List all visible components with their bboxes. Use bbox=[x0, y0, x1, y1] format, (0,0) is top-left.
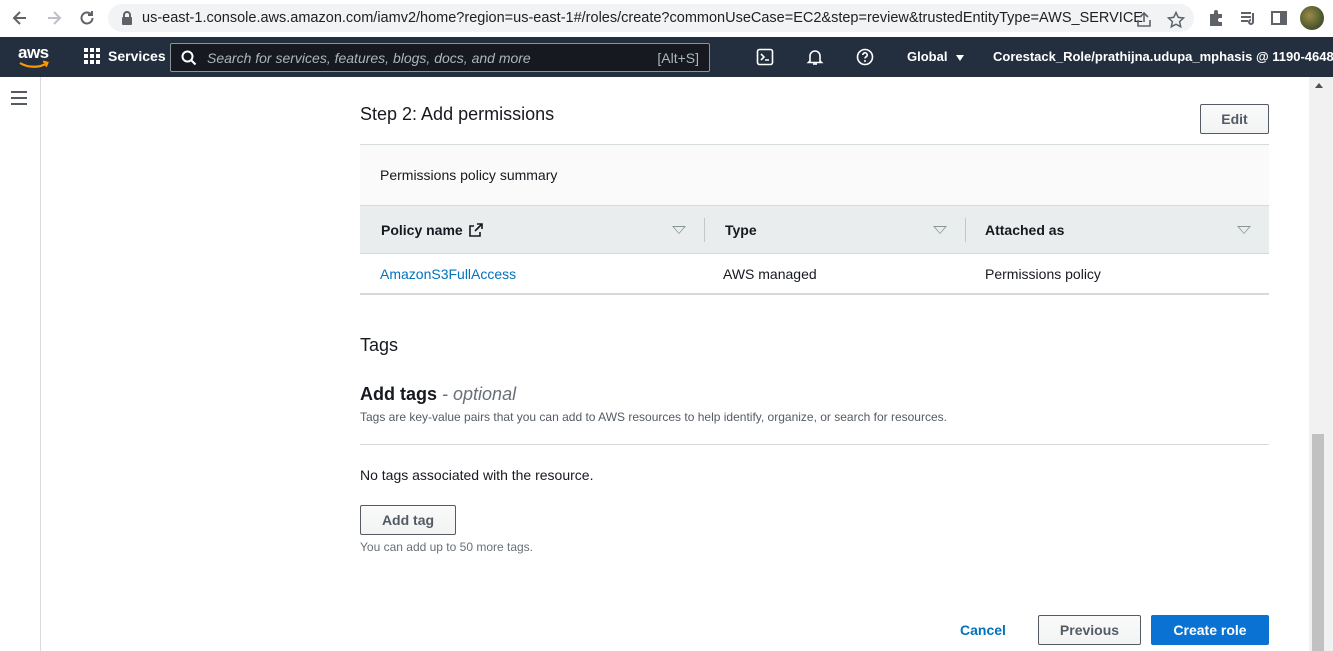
policy-attached-as: Permissions policy bbox=[985, 266, 1101, 282]
no-tags-message: No tags associated with the resource. bbox=[360, 467, 594, 483]
bookmark-star-icon[interactable] bbox=[1166, 10, 1186, 30]
scroll-up-arrow-icon[interactable] bbox=[1315, 83, 1323, 88]
notifications-bell-icon[interactable] bbox=[804, 46, 826, 68]
column-divider[interactable] bbox=[704, 218, 705, 242]
help-icon[interactable] bbox=[854, 46, 876, 68]
step2-title: Step 2: Add permissions bbox=[360, 104, 555, 124]
optional-label: - optional bbox=[442, 384, 517, 404]
review-content: Step 2: Add permissions Edit Permissions… bbox=[360, 77, 1269, 651]
address-bar[interactable]: us-east-1.console.aws.amazon.com/iamv2/h… bbox=[108, 4, 1194, 32]
add-tags-description: Tags are key-value pairs that you can ad… bbox=[360, 410, 947, 424]
search-input[interactable]: Search for services, features, blogs, do… bbox=[170, 43, 710, 72]
forward-arrow-icon[interactable] bbox=[42, 6, 66, 30]
page-scrollbar[interactable] bbox=[1309, 77, 1333, 651]
search-icon bbox=[181, 50, 197, 66]
sort-caret-icon[interactable] bbox=[672, 226, 686, 234]
policy-type: AWS managed bbox=[723, 266, 817, 282]
cancel-button[interactable]: Cancel bbox=[950, 615, 1016, 645]
sort-caret-icon[interactable] bbox=[1237, 226, 1251, 234]
region-selector[interactable]: Global bbox=[907, 49, 965, 64]
add-tags-title: Add tags - optional bbox=[360, 384, 517, 404]
services-grid-icon bbox=[84, 48, 100, 64]
permissions-summary-title: Permissions policy summary bbox=[380, 167, 558, 183]
divider bbox=[360, 444, 1269, 445]
aws-console-header: aws Services Search for services, featur… bbox=[0, 37, 1333, 77]
tags-section-title: Tags bbox=[360, 335, 399, 355]
search-shortcut: [Alt+S] bbox=[657, 50, 699, 66]
caret-down-icon bbox=[956, 54, 965, 61]
services-menu-button[interactable]: Services bbox=[84, 48, 166, 64]
add-tag-button[interactable]: Add tag bbox=[360, 505, 456, 535]
column-header-attached-as[interactable]: Attached as bbox=[985, 222, 1064, 238]
table-row: AmazonS3FullAccess AWS managed Permissio… bbox=[360, 254, 1269, 294]
search-placeholder: Search for services, features, blogs, do… bbox=[207, 49, 531, 66]
aws-logo[interactable]: aws bbox=[18, 44, 50, 71]
cloudshell-icon[interactable] bbox=[754, 46, 776, 68]
services-label: Services bbox=[108, 48, 166, 64]
extensions-puzzle-icon[interactable] bbox=[1205, 7, 1227, 29]
url-text: us-east-1.console.aws.amazon.com/iamv2/h… bbox=[142, 10, 1143, 26]
side-navigation bbox=[0, 77, 41, 651]
column-divider[interactable] bbox=[965, 218, 966, 242]
external-link-icon bbox=[468, 223, 483, 237]
sort-caret-icon[interactable] bbox=[933, 226, 947, 234]
share-icon[interactable] bbox=[1134, 10, 1154, 30]
scroll-thumb[interactable] bbox=[1312, 434, 1324, 651]
permissions-panel: Permissions policy summary Policy name T… bbox=[360, 144, 1269, 295]
table-header: Policy name Type Attached as bbox=[360, 205, 1269, 254]
column-header-policy-name[interactable]: Policy name bbox=[381, 222, 483, 238]
profile-avatar[interactable] bbox=[1300, 6, 1324, 30]
account-menu[interactable]: Corestack_Role/prathijna.udupa_mphasis @… bbox=[993, 49, 1333, 64]
reload-icon[interactable] bbox=[75, 6, 99, 30]
lock-icon bbox=[120, 11, 134, 25]
browser-toolbar: us-east-1.console.aws.amazon.com/iamv2/h… bbox=[0, 0, 1333, 37]
hamburger-menu-icon[interactable] bbox=[11, 91, 27, 105]
panel-header: Permissions policy summary bbox=[360, 145, 1269, 205]
create-role-button[interactable]: Create role bbox=[1151, 615, 1269, 645]
policy-name-link[interactable]: AmazonS3FullAccess bbox=[380, 266, 516, 282]
media-queue-icon[interactable] bbox=[1237, 7, 1259, 29]
column-header-type[interactable]: Type bbox=[725, 222, 757, 238]
edit-button[interactable]: Edit bbox=[1200, 104, 1269, 134]
side-panel-icon[interactable] bbox=[1268, 7, 1290, 29]
back-arrow-icon[interactable] bbox=[8, 6, 32, 30]
previous-button[interactable]: Previous bbox=[1038, 615, 1141, 645]
tag-limit-hint: You can add up to 50 more tags. bbox=[360, 540, 534, 554]
